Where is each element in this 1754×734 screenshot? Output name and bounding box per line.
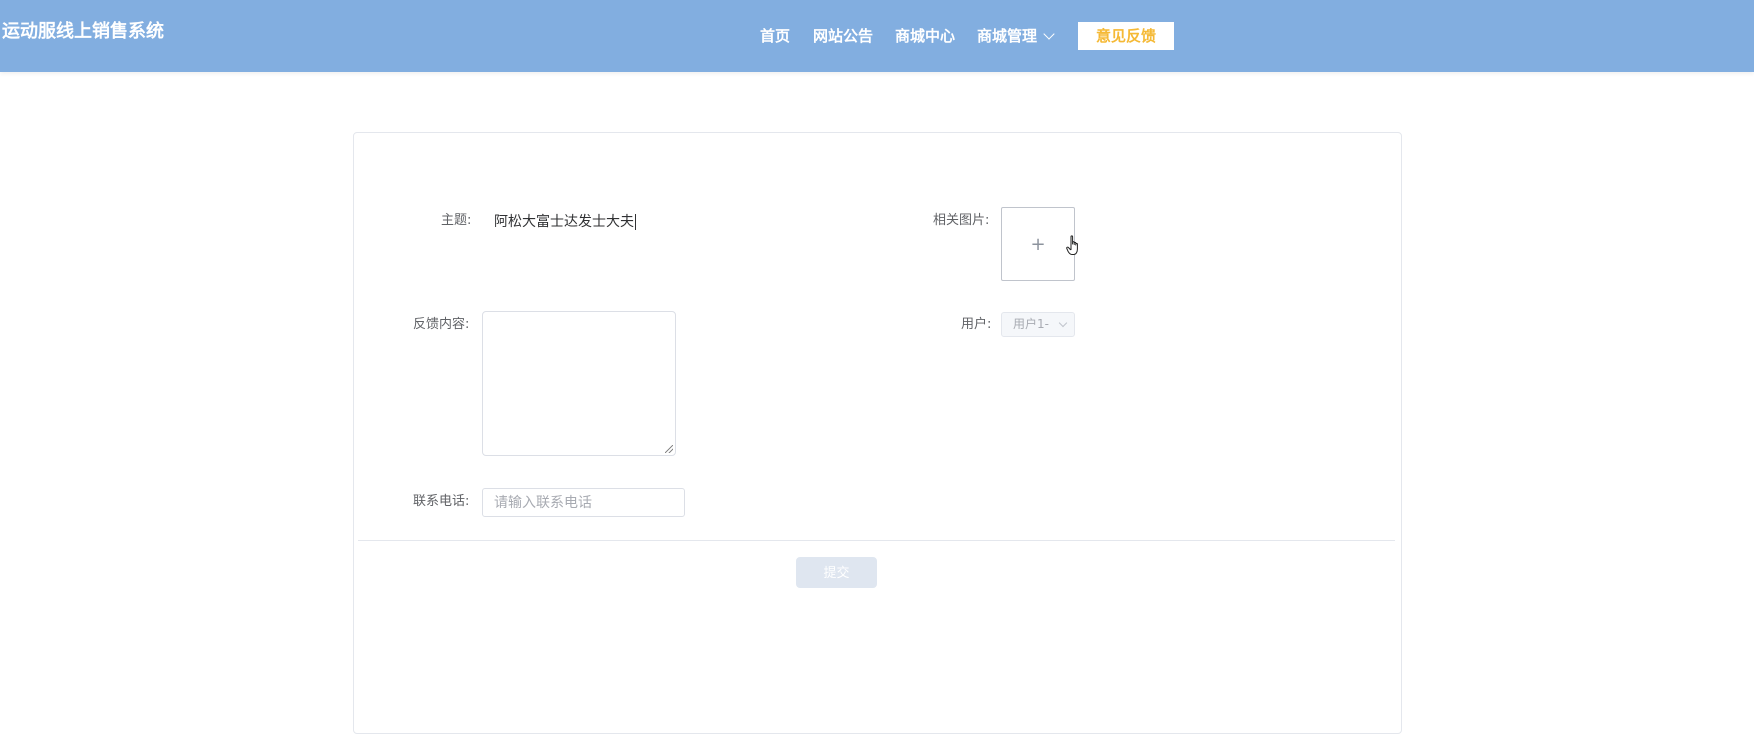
content-label: 反馈内容: <box>413 317 470 332</box>
nav-item-mall-management[interactable]: 商城管理 <box>977 22 1055 50</box>
phone-input[interactable] <box>482 488 685 517</box>
content-textarea[interactable] <box>482 311 676 456</box>
chevron-down-icon <box>1058 318 1068 328</box>
nav-item-mall-management-label: 商城管理 <box>977 27 1038 45</box>
subject-input-value: 阿松大富士达发士大夫 <box>494 214 634 230</box>
user-label: 用户: <box>961 317 992 332</box>
subject-input[interactable]: 阿松大富士达发士大夫 <box>494 211 636 231</box>
chevron-down-icon <box>1043 28 1055 40</box>
nav-item-mall-center[interactable]: 商城中心 <box>895 22 955 50</box>
subject-label: 主题: <box>441 213 472 228</box>
user-select-value: 用户1- <box>1013 317 1049 331</box>
feedback-nav-button[interactable]: 意见反馈 <box>1078 22 1174 50</box>
form-divider <box>358 540 1395 541</box>
top-navbar: 运动服线上销售系统 首页 网站公告 商城中心 商城管理 意见反馈 <box>0 0 1754 72</box>
image-upload-box[interactable]: + <box>1001 207 1075 281</box>
hand-pointer-icon <box>1066 235 1078 255</box>
image-label: 相关图片: <box>933 213 990 228</box>
plus-icon: + <box>1030 233 1046 255</box>
nav-item-announcements[interactable]: 网站公告 <box>813 22 873 50</box>
nav-item-home[interactable]: 首页 <box>760 22 790 50</box>
submit-button[interactable]: 提交 <box>796 557 877 588</box>
resize-handle-icon[interactable] <box>665 445 673 453</box>
user-select[interactable]: 用户1- <box>1001 312 1075 337</box>
site-brand: 运动服线上销售系统 <box>2 21 164 42</box>
phone-label: 联系电话: <box>413 494 470 509</box>
text-cursor <box>635 214 636 230</box>
